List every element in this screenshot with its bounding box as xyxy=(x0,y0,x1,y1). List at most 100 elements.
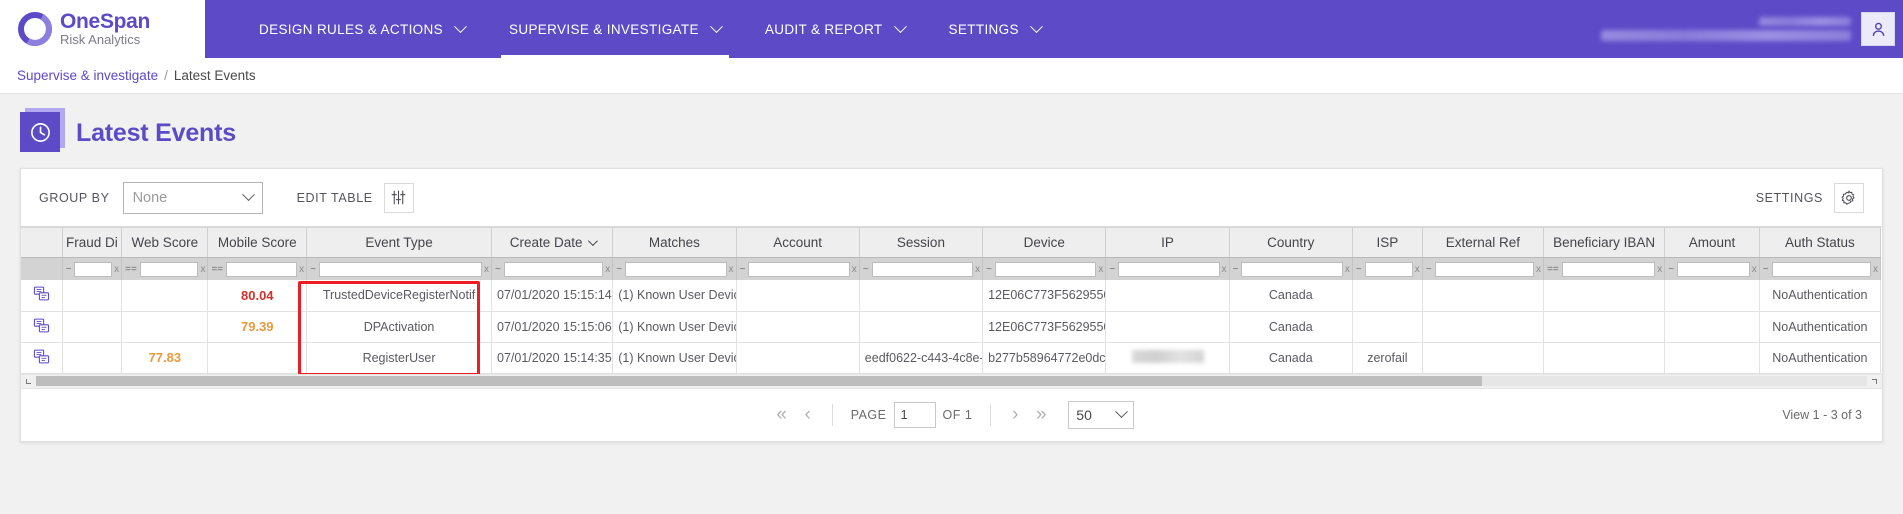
filter-cell-amount[interactable]: ~ x xyxy=(1664,257,1760,280)
filter-input[interactable] xyxy=(625,261,727,277)
column-header-session[interactable]: Session xyxy=(859,227,984,258)
filter-input[interactable] xyxy=(1677,261,1750,277)
nav-item-settings[interactable]: SETTINGS xyxy=(927,0,1063,58)
filter-cell-web-score[interactable]: == x xyxy=(121,257,209,280)
filter-cell-create-date[interactable]: ~ x xyxy=(491,257,614,280)
nav-item-design-rules-actions[interactable]: DESIGN RULES & ACTIONS xyxy=(237,0,487,58)
column-header-external-ref[interactable]: External Ref xyxy=(1422,227,1545,258)
filter-clear-icon[interactable]: x xyxy=(299,264,304,275)
row-detail-icon-cell[interactable] xyxy=(21,280,63,312)
filter-operator[interactable]: ~ xyxy=(1108,264,1116,275)
filter-input[interactable] xyxy=(994,261,1097,277)
filter-operator[interactable]: ~ xyxy=(1425,264,1433,275)
filter-operator[interactable]: ~ xyxy=(494,264,502,275)
filter-clear-icon[interactable]: x xyxy=(1415,264,1420,275)
filter-operator[interactable]: ~ xyxy=(1232,264,1240,275)
filter-operator[interactable]: ~ xyxy=(1762,264,1770,275)
user-avatar-button[interactable] xyxy=(1861,12,1895,46)
previous-page-button[interactable]: ‹ xyxy=(795,402,821,428)
column-header-device[interactable]: Device xyxy=(982,227,1107,258)
column-header-beneficiary-iban[interactable]: Beneficiary IBAN xyxy=(1543,227,1666,258)
filter-operator[interactable]: ~ xyxy=(862,264,870,275)
filter-clear-icon[interactable]: x xyxy=(1657,264,1662,275)
filter-cell-event-type[interactable]: ~ x xyxy=(306,257,493,280)
filter-cell-account[interactable]: ~ x xyxy=(736,257,860,280)
filter-clear-icon[interactable]: x xyxy=(852,264,857,275)
filter-input[interactable] xyxy=(318,261,483,277)
page-size-select[interactable]: 50 xyxy=(1068,400,1135,429)
filter-operator[interactable]: == xyxy=(210,264,224,275)
filter-operator[interactable]: == xyxy=(124,264,138,275)
filter-cell-fraud-di[interactable]: ~ x xyxy=(62,257,123,280)
group-by-select[interactable]: None xyxy=(122,181,263,214)
filter-operator[interactable]: ~ xyxy=(615,264,623,275)
filter-clear-icon[interactable]: x xyxy=(200,264,205,275)
brand-logo-area[interactable]: OneSpan Risk Analytics xyxy=(0,0,205,58)
scroll-right-arrow[interactable] xyxy=(1867,375,1882,388)
column-header-country[interactable]: Country xyxy=(1229,227,1353,258)
filter-clear-icon[interactable]: x xyxy=(1345,264,1350,275)
filter-clear-icon[interactable]: x xyxy=(605,264,610,275)
column-header-create-date[interactable]: Create Date xyxy=(491,227,614,258)
filter-input[interactable] xyxy=(1241,261,1343,277)
row-detail-icon-cell[interactable] xyxy=(21,311,63,343)
table-row[interactable]: 77.83 RegisterUser 07/01/2020 15:14:35 (1) … xyxy=(21,342,1882,374)
filter-cell-auth-status[interactable]: ~ x xyxy=(1759,257,1882,280)
next-page-button[interactable]: › xyxy=(1002,402,1028,428)
page-number-input[interactable]: 1 xyxy=(893,401,936,428)
filter-cell-country[interactable]: ~ x xyxy=(1229,257,1353,280)
filter-input[interactable] xyxy=(1434,261,1534,277)
column-header-web-score[interactable]: Web Score xyxy=(121,227,209,258)
filter-cell-ip[interactable]: ~ x xyxy=(1105,257,1230,280)
column-header-ip[interactable]: IP xyxy=(1105,227,1230,258)
scroll-left-arrow[interactable] xyxy=(21,375,36,388)
first-page-button[interactable]: « xyxy=(769,402,795,428)
filter-operator[interactable]: == xyxy=(1546,264,1560,275)
filter-input[interactable] xyxy=(74,261,113,277)
filter-clear-icon[interactable]: x xyxy=(114,264,119,275)
filter-input[interactable] xyxy=(1771,261,1871,277)
last-page-button[interactable]: » xyxy=(1028,402,1054,428)
column-header-amount[interactable]: Amount xyxy=(1664,227,1760,258)
nav-item-supervise-investigate[interactable]: SUPERVISE & INVESTIGATE xyxy=(487,0,743,58)
filter-clear-icon[interactable]: x xyxy=(1536,264,1541,275)
filter-cell-external-ref[interactable]: ~ x xyxy=(1422,257,1545,280)
filter-clear-icon[interactable]: x xyxy=(1752,264,1757,275)
filter-clear-icon[interactable]: x xyxy=(729,264,734,275)
scrollbar-track[interactable] xyxy=(36,376,1867,386)
filter-input[interactable] xyxy=(748,261,850,277)
settings-button[interactable] xyxy=(1834,182,1864,213)
table-row[interactable]: 80.04 TrustedDeviceRegisterNotif 07/01/202… xyxy=(21,280,1882,312)
filter-input[interactable] xyxy=(139,261,199,277)
filter-cell-device[interactable]: ~ x xyxy=(982,257,1107,280)
filter-clear-icon[interactable]: x xyxy=(1222,264,1227,275)
column-header-auth-status[interactable]: Auth Status xyxy=(1759,227,1882,258)
column-header-account[interactable]: Account xyxy=(736,227,860,258)
scrollbar-thumb[interactable] xyxy=(36,376,1483,386)
filter-input[interactable] xyxy=(871,261,974,277)
edit-table-button[interactable] xyxy=(383,182,414,213)
filter-clear-icon[interactable]: x xyxy=(484,264,489,275)
column-header-matches[interactable]: Matches xyxy=(612,227,737,258)
filter-operator[interactable]: ~ xyxy=(1355,264,1363,275)
filter-cell-beneficiary-iban[interactable]: == x xyxy=(1543,257,1666,280)
column-header-fraud-di[interactable]: Fraud Di xyxy=(62,227,123,258)
nav-item-audit-report[interactable]: AUDIT & REPORT xyxy=(743,0,927,58)
table-row[interactable]: 79.39 DPActivation 07/01/2020 15:15:06 (1) … xyxy=(21,311,1882,343)
column-header-isp[interactable]: ISP xyxy=(1352,227,1423,258)
filter-cell-matches[interactable]: ~ x xyxy=(612,257,737,280)
filter-operator[interactable]: ~ xyxy=(309,264,317,275)
filter-operator[interactable]: ~ xyxy=(1667,264,1675,275)
filter-operator[interactable]: ~ xyxy=(739,264,747,275)
column-header-mobile-score[interactable]: Mobile Score xyxy=(207,227,308,258)
column-header-rowicon[interactable] xyxy=(21,227,63,258)
horizontal-scrollbar[interactable] xyxy=(21,373,1882,389)
filter-operator[interactable]: ~ xyxy=(985,264,993,275)
column-header-event-type[interactable]: Event Type xyxy=(306,227,493,258)
filter-clear-icon[interactable]: x xyxy=(1873,264,1878,275)
filter-operator[interactable]: ~ xyxy=(65,264,73,275)
row-detail-icon-cell[interactable] xyxy=(21,342,63,374)
filter-input[interactable] xyxy=(1364,261,1413,277)
filter-clear-icon[interactable]: x xyxy=(975,264,980,275)
filter-clear-icon[interactable]: x xyxy=(1098,264,1103,275)
